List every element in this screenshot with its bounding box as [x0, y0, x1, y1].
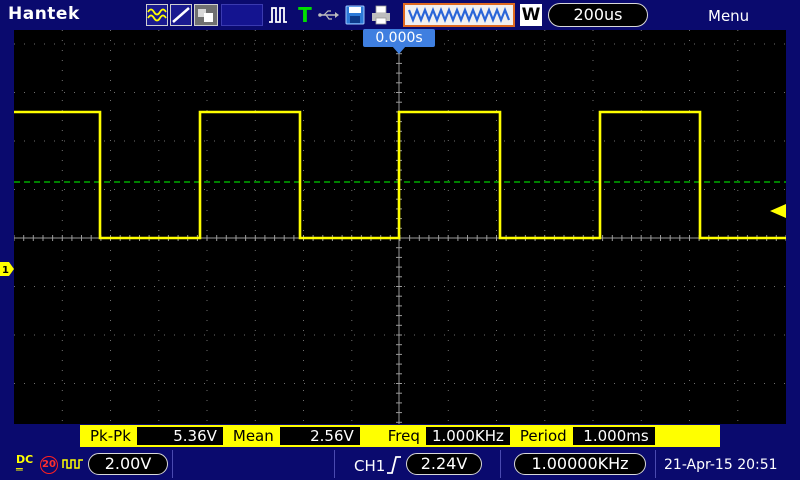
trigger-source-label: CH1 [354, 457, 386, 475]
measure-pkpk-value: 5.36V [136, 427, 223, 445]
status-divider [655, 450, 656, 478]
measure-freq-label: Freq [387, 427, 420, 445]
measure-period-value: 1.000ms [572, 427, 655, 445]
line-draw-icon[interactable] [170, 4, 192, 26]
measure-freq-value: 1.000KHz [425, 427, 510, 445]
status-divider [500, 450, 501, 478]
trigger-t-icon[interactable]: T [296, 3, 314, 27]
measure-mean-label: Mean [232, 427, 274, 445]
pulse-trigger-icon[interactable] [268, 4, 292, 26]
timebase-readout[interactable]: 200us [548, 3, 648, 27]
rising-edge-icon[interactable] [386, 455, 402, 475]
frequency-counter-readout: 1.00000KHz [514, 453, 646, 475]
measure-pkpk-label: Pk-Pk [90, 427, 131, 445]
save-disk-icon[interactable] [344, 4, 366, 26]
date-time: 21-Apr-15 20:51 [664, 457, 778, 473]
measure-mean-value: 2.56V [279, 427, 360, 445]
timebase-window-indicator[interactable] [403, 3, 515, 27]
status-divider [334, 450, 335, 478]
brand-logo: Hantek [8, 4, 80, 24]
trigger-position-pointer [392, 46, 406, 54]
waveform-mode-icon[interactable] [146, 4, 168, 26]
bandwidth-limit-icon[interactable]: 20 [40, 456, 58, 474]
usb-icon [318, 4, 340, 26]
trigger-level-marker[interactable] [770, 204, 786, 218]
waveform-display: 1 [0, 30, 786, 424]
channel-1-marker-label: 1 [2, 265, 9, 276]
measure-period-label: Period [519, 427, 567, 445]
probe-waveform-icon [62, 459, 83, 469]
measurement-bar: Pk-Pk 5.36V Mean 2.56V Freq 1.000KHz Per… [80, 425, 720, 447]
channel-1-marker[interactable]: 1 [0, 261, 14, 277]
volts-per-div-readout[interactable]: 2.00V [88, 453, 168, 475]
channel-1-waveform [14, 110, 786, 240]
persistence-icon[interactable] [194, 4, 218, 26]
coupling-dc-symbol: ═ [16, 463, 23, 476]
trigger-position-readout[interactable]: 0.000s [363, 29, 435, 47]
coupling-indicator[interactable]: DC ═ [16, 454, 33, 476]
waveform-canvas [14, 30, 786, 424]
printer-icon[interactable] [370, 4, 392, 26]
status-blank-box [221, 4, 263, 26]
window-indicator: W [520, 4, 542, 26]
status-divider [172, 450, 173, 478]
menu-button[interactable]: Menu [708, 7, 749, 25]
trigger-level-readout[interactable]: 2.24V [406, 453, 482, 475]
top-status-bar: Hantek T W 200us Menu [0, 0, 800, 30]
